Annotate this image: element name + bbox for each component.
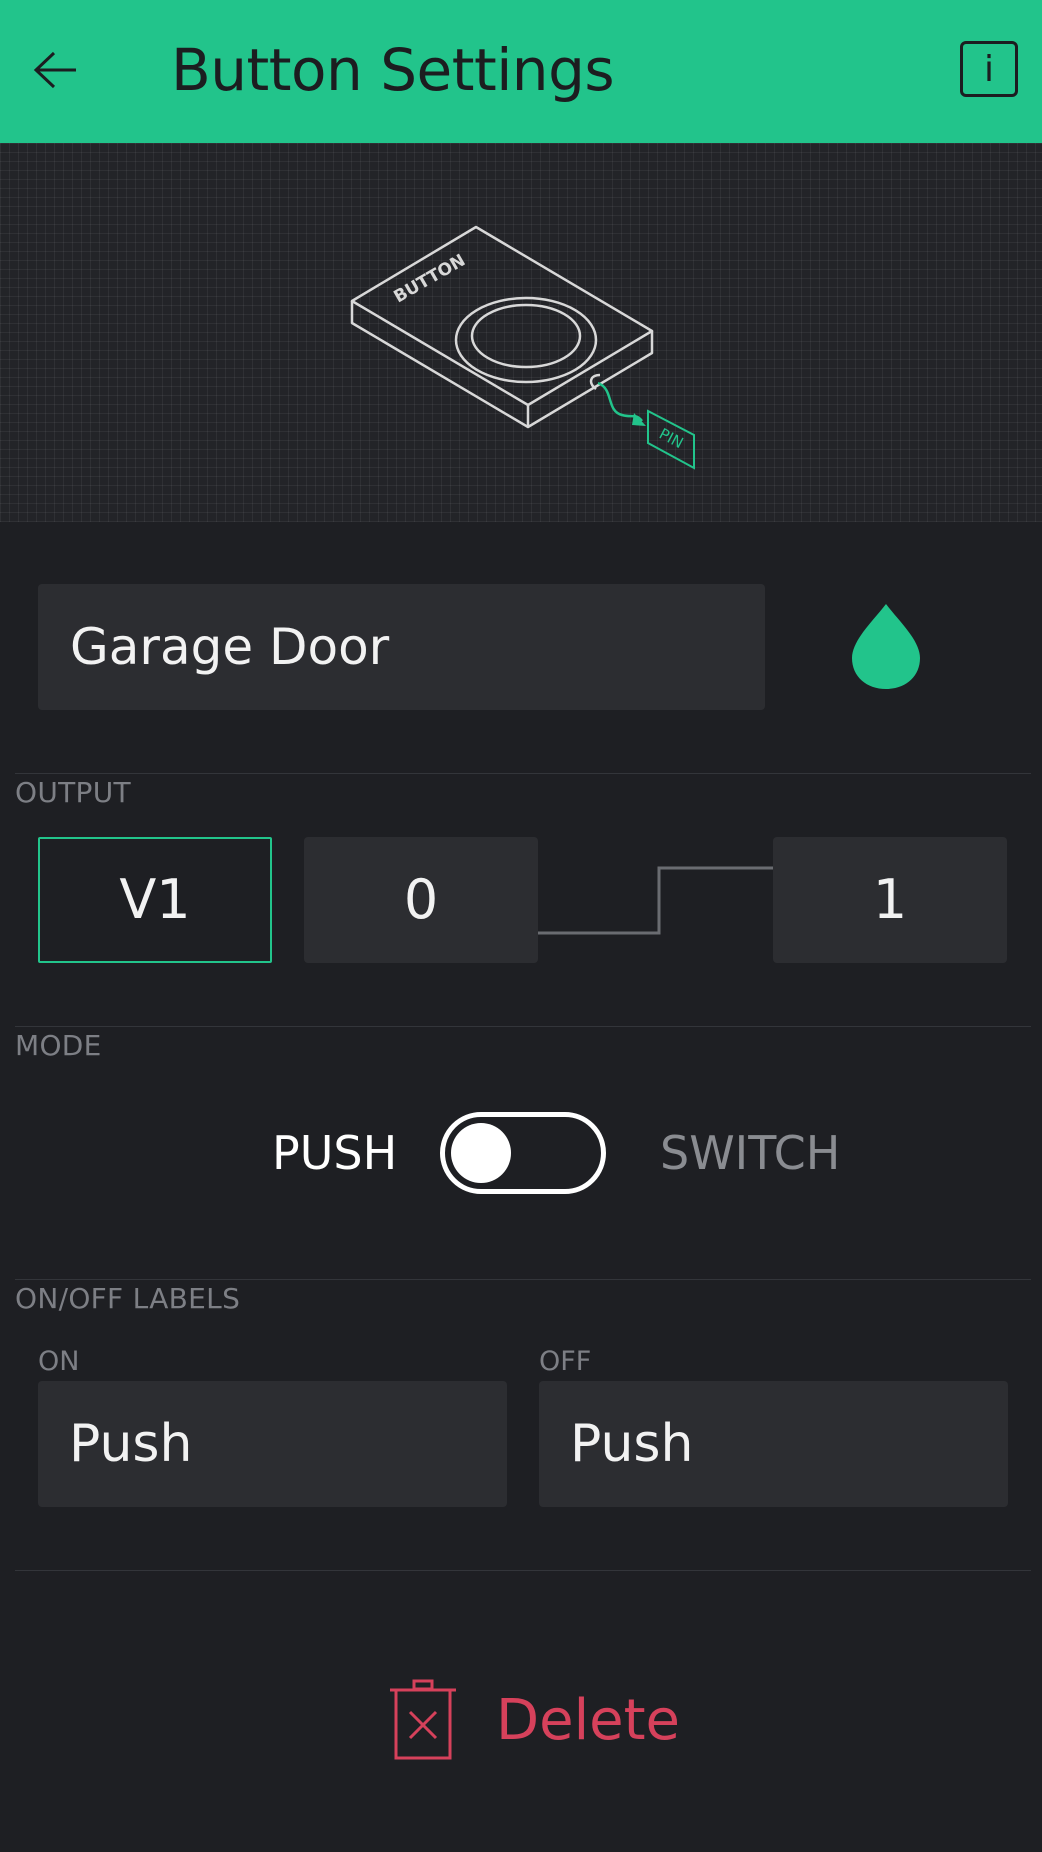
divider: [15, 1026, 1031, 1027]
device-label: BUTTON: [391, 250, 469, 307]
output-high-value-input[interactable]: 1: [773, 837, 1007, 963]
off-label-caption: OFF: [539, 1346, 592, 1377]
button-device-illustration: BUTTON PIN: [350, 225, 695, 470]
drop-icon: [852, 604, 920, 689]
info-button[interactable]: i: [960, 41, 1018, 97]
output-section-label: OUTPUT: [15, 776, 131, 809]
delete-label: Delete: [496, 1687, 680, 1753]
page-title: Button Settings: [171, 36, 615, 104]
back-button[interactable]: [20, 30, 92, 110]
mode-toggle[interactable]: [440, 1112, 606, 1194]
widget-name-input[interactable]: Garage Door: [38, 584, 765, 710]
toggle-knob: [451, 1123, 511, 1183]
widget-illustration: BUTTON PIN: [0, 143, 1042, 522]
divider: [15, 1570, 1031, 1571]
output-low-value-input[interactable]: 0: [304, 837, 538, 963]
arrow-left-icon: [33, 51, 76, 89]
output-range-wave: [538, 866, 774, 935]
delete-button[interactable]: Delete: [388, 1672, 680, 1768]
mode-section-label: MODE: [15, 1029, 102, 1062]
divider: [15, 773, 1031, 774]
mode-push-label[interactable]: PUSH: [272, 1118, 397, 1188]
on-label-input[interactable]: Push: [38, 1381, 507, 1507]
divider: [15, 1279, 1031, 1280]
labels-section-label: ON/OFF LABELS: [15, 1282, 241, 1315]
on-label-caption: ON: [38, 1346, 80, 1377]
mode-switch-label[interactable]: SWITCH: [660, 1118, 840, 1188]
app-header: Button Settings i: [0, 0, 1042, 143]
info-icon: i: [983, 48, 994, 90]
button-settings-screen: Button Settings i BUTTON PIN Garage Door…: [0, 0, 1042, 1852]
color-picker-button[interactable]: [846, 600, 926, 692]
off-label-input[interactable]: Push: [539, 1381, 1008, 1507]
pin-selector[interactable]: V1: [38, 837, 272, 963]
trash-icon: [390, 1679, 456, 1760]
